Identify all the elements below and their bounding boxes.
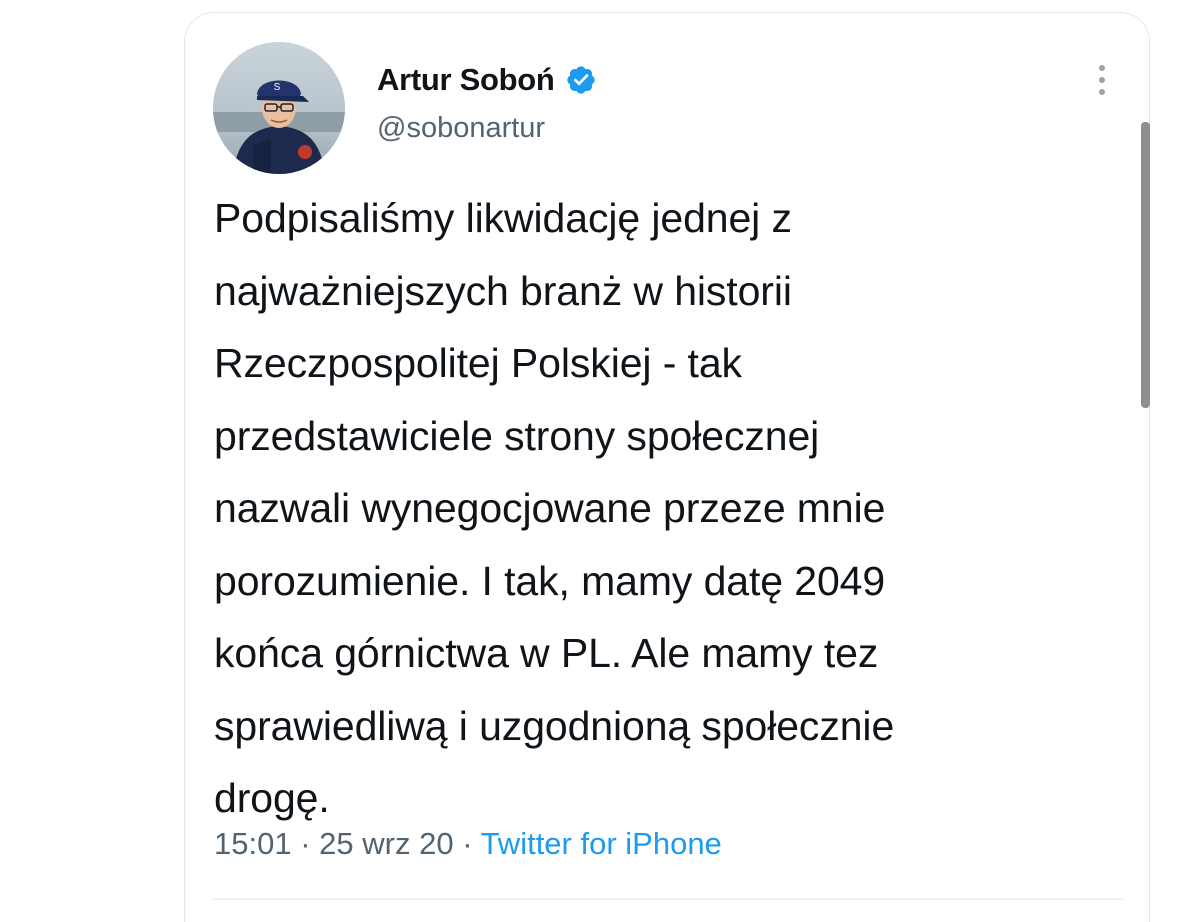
svg-text:S: S (274, 82, 281, 93)
more-vertical-icon[interactable] (1090, 60, 1114, 100)
author-handle[interactable]: @sobonartur (377, 112, 545, 145)
scrollbar[interactable] (1141, 122, 1150, 408)
tweet-time[interactable]: 15:01 (214, 826, 292, 861)
author-display-name[interactable]: Artur Soboń (377, 62, 555, 98)
verified-badge-icon (566, 66, 595, 94)
tweet-date[interactable]: 25 wrz 20 (319, 826, 453, 861)
tweet-source-link[interactable]: Twitter for iPhone (481, 826, 722, 861)
avatar-image: S (213, 42, 345, 174)
author-name-row[interactable]: Artur Soboń (377, 58, 597, 102)
avatar[interactable]: S (213, 42, 345, 174)
meta-separator: · (300, 826, 311, 861)
meta-separator-2: · (462, 826, 473, 861)
divider (213, 898, 1123, 900)
tweet-text: Podpisaliśmy likwidację jednej z najważn… (214, 195, 895, 821)
tweet-meta: 15:01 · 25 wrz 20 · Twitter for iPhone (214, 826, 722, 862)
